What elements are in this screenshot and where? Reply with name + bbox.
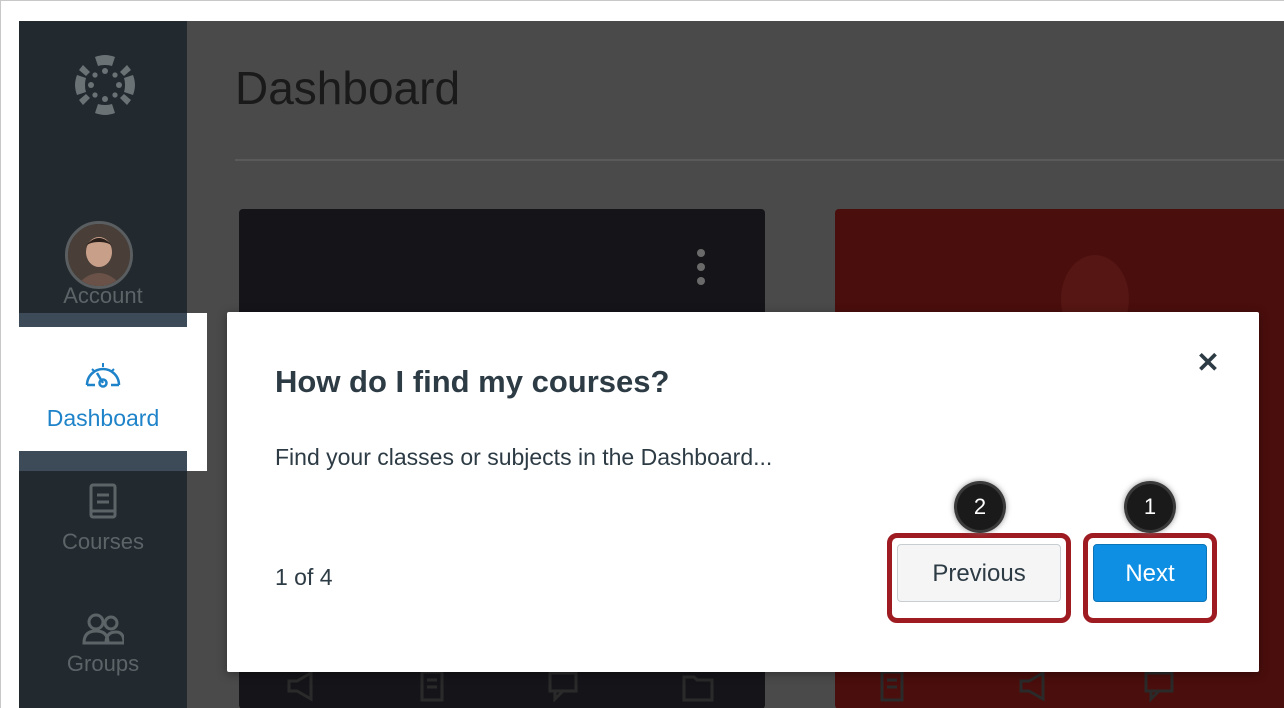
assignments-icon[interactable] <box>877 669 911 703</box>
book-icon <box>89 483 117 519</box>
nav-item-account-label: Account <box>63 283 143 308</box>
announcements-icon[interactable] <box>285 669 319 703</box>
title-divider <box>235 159 1284 161</box>
nav-item-account[interactable]: Account <box>19 283 187 309</box>
nav-item-courses[interactable]: Courses <box>19 483 187 555</box>
canvas-logo-icon[interactable] <box>71 51 139 119</box>
modal-title: How do I find my courses? <box>275 364 670 399</box>
nav-item-groups[interactable]: Groups <box>19 613 187 677</box>
page-title: Dashboard <box>235 62 461 114</box>
close-icon[interactable]: ✕ <box>1191 346 1225 380</box>
nav-item-courses-label: Courses <box>62 529 144 554</box>
previous-button-highlight <box>887 533 1071 623</box>
callout-badge-1: 1 <box>1127 484 1173 530</box>
screenshot-frame: Account Courses Groups Dashboard Dashboa… <box>0 0 1284 708</box>
nav-active-band-bottom <box>19 451 187 471</box>
card-options-icon[interactable] <box>697 249 709 291</box>
nav-item-dashboard[interactable]: Dashboard <box>19 313 207 471</box>
next-button-highlight <box>1083 533 1217 623</box>
assignments-icon[interactable] <box>417 669 451 703</box>
modal-body: Find your classes or subjects in the Das… <box>275 444 773 470</box>
announcements-icon[interactable] <box>1017 669 1051 703</box>
nav-item-groups-label: Groups <box>66 651 140 676</box>
callout-badge-2: 2 <box>957 484 1003 530</box>
discussions-icon[interactable] <box>547 669 581 703</box>
nav-item-dashboard-label: Dashboard <box>46 405 160 431</box>
nav-active-band-top <box>19 313 187 327</box>
discussions-icon[interactable] <box>1143 669 1177 703</box>
dashboard-icon <box>85 363 121 388</box>
account-avatar[interactable] <box>65 221 133 289</box>
groups-icon <box>82 613 126 645</box>
files-icon[interactable] <box>681 669 715 703</box>
avatar-photo-icon <box>68 224 130 286</box>
step-counter: 1 of 4 <box>275 564 333 590</box>
